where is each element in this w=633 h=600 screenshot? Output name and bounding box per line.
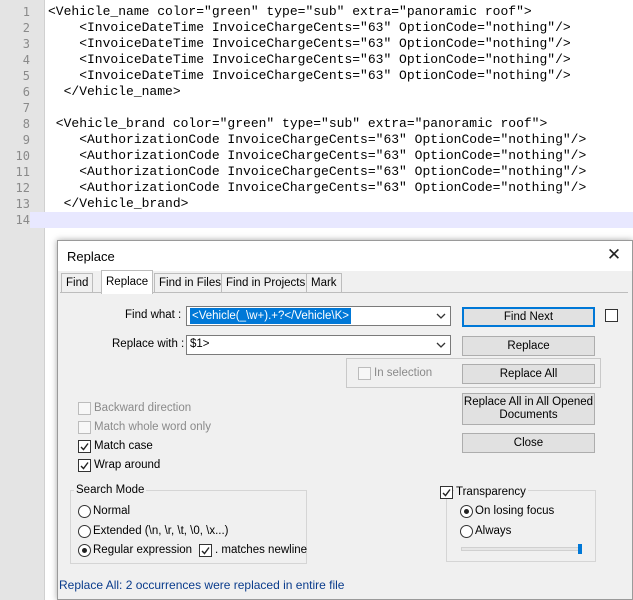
- line-text: <AuthorizationCode InvoiceChargeCents="6…: [48, 180, 587, 195]
- status-message: Replace All: 2 occurrences were replaced…: [59, 578, 345, 592]
- editor-line[interactable]: 8 <Vehicle_brand color="green" type="sub…: [0, 116, 633, 132]
- line-text: <AuthorizationCode InvoiceChargeCents="6…: [48, 132, 587, 147]
- line-text: <Vehicle_brand color="green" type="sub" …: [48, 116, 548, 131]
- line-text: <InvoiceDateTime InvoiceChargeCents="63"…: [48, 52, 571, 67]
- line-number: 6: [22, 85, 30, 99]
- match-whole-word-checkbox[interactable]: [78, 421, 91, 434]
- chevron-down-icon[interactable]: [435, 309, 447, 323]
- extra-option-checkbox[interactable]: [605, 309, 618, 322]
- line-text: <InvoiceDateTime InvoiceChargeCents="63"…: [48, 68, 571, 83]
- chevron-down-icon[interactable]: [435, 338, 447, 352]
- backward-direction-checkbox[interactable]: [78, 402, 91, 415]
- editor-line[interactable]: 4 <InvoiceDateTime InvoiceChargeCents="6…: [0, 52, 633, 68]
- line-text: <Vehicle_name color="green" type="sub" e…: [48, 4, 532, 19]
- status-bar: Replace All: 2 occurrences were replaced…: [58, 571, 632, 598]
- line-text: </Vehicle_name>: [48, 84, 181, 99]
- regex-label: Regular expression: [93, 544, 193, 556]
- backward-direction-label: Backward direction: [94, 402, 192, 414]
- wrap-around-label: Wrap around: [94, 459, 161, 471]
- line-number: 8: [22, 117, 30, 131]
- extended-label: Extended (\n, \r, \t, \0, \x...): [93, 525, 229, 537]
- editor-line[interactable]: 14: [0, 212, 633, 228]
- editor-line[interactable]: 12 <AuthorizationCode InvoiceChargeCents…: [0, 180, 633, 196]
- line-number: 2: [22, 21, 30, 35]
- replace-with-value: $1>: [190, 338, 210, 350]
- editor-line[interactable]: 3 <InvoiceDateTime InvoiceChargeCents="6…: [0, 36, 633, 52]
- replace-with-label: Replace with :: [112, 338, 185, 350]
- on-losing-focus-label: On losing focus: [475, 505, 555, 517]
- line-text: <InvoiceDateTime InvoiceChargeCents="63"…: [48, 36, 571, 51]
- find-what-value: <Vehicle(_\w+).+?</Vehicle\K>: [190, 308, 351, 324]
- editor-line[interactable]: 5 <InvoiceDateTime InvoiceChargeCents="6…: [0, 68, 633, 84]
- matches-newline-label: . matches newline: [215, 544, 308, 556]
- line-number: 10: [15, 149, 30, 163]
- normal-label: Normal: [93, 505, 131, 517]
- line-number: 11: [15, 165, 30, 179]
- replace-all-button[interactable]: Replace All: [462, 364, 595, 384]
- regex-radio[interactable]: [78, 544, 91, 557]
- matches-newline-checkbox[interactable]: [199, 544, 212, 557]
- replace-all-opened-line2: Documents: [499, 409, 558, 421]
- find-next-button[interactable]: Find Next: [462, 307, 595, 327]
- editor-line[interactable]: 13 </Vehicle_brand>: [0, 196, 633, 212]
- tab-find[interactable]: Find: [61, 273, 94, 293]
- dialog-title: Replace: [67, 249, 115, 264]
- checkmark-icon: [80, 443, 89, 451]
- match-case-checkbox[interactable]: [78, 440, 91, 453]
- always-label: Always: [475, 525, 512, 537]
- editor-line[interactable]: 6 </Vehicle_name>: [0, 84, 633, 100]
- line-text: <InvoiceDateTime InvoiceChargeCents="63"…: [48, 20, 571, 35]
- line-number: 14: [0, 212, 30, 228]
- wrap-around-checkbox[interactable]: [78, 459, 91, 472]
- line-text: </Vehicle_brand>: [48, 196, 189, 211]
- transparency-title: Transparency: [454, 486, 528, 498]
- editor-line[interactable]: 11 <AuthorizationCode InvoiceChargeCents…: [0, 164, 633, 180]
- tab-replace[interactable]: Replace: [101, 270, 154, 294]
- always-radio[interactable]: [460, 525, 473, 538]
- line-number: 13: [15, 197, 30, 211]
- replace-panel: Find what : <Vehicle(_\w+).+?</Vehicle\K…: [60, 292, 628, 571]
- line-number: 3: [22, 37, 30, 51]
- match-case-label: Match case: [94, 440, 153, 452]
- editor-line[interactable]: 2 <InvoiceDateTime InvoiceChargeCents="6…: [0, 20, 633, 36]
- line-number: 7: [22, 101, 30, 115]
- transparency-slider-thumb[interactable]: [578, 544, 582, 554]
- line-text: <AuthorizationCode InvoiceChargeCents="6…: [48, 164, 587, 179]
- extended-radio[interactable]: [78, 525, 91, 538]
- search-mode-title: Search Mode: [74, 484, 147, 496]
- in-selection-label: In selection: [374, 367, 433, 379]
- replace-with-combo[interactable]: $1>: [186, 335, 451, 355]
- line-number: 4: [22, 53, 30, 67]
- line-number: 1: [22, 5, 30, 19]
- editor-line[interactable]: 7: [0, 100, 633, 116]
- tab-find-in-projects[interactable]: Find in Projects: [221, 273, 311, 293]
- editor-line[interactable]: 9 <AuthorizationCode InvoiceChargeCents=…: [0, 132, 633, 148]
- find-what-label: Find what :: [125, 309, 182, 321]
- replace-all-opened-line1: Replace All in All Opened: [463, 396, 594, 408]
- checkmark-icon: [201, 547, 210, 555]
- replace-button[interactable]: Replace: [462, 336, 595, 356]
- close-icon[interactable]: ✕: [604, 245, 624, 265]
- tab-mark[interactable]: Mark: [306, 273, 342, 293]
- editor-line[interactable]: 1 <Vehicle_name color="green" type="sub" …: [0, 4, 633, 20]
- on-losing-focus-radio[interactable]: [460, 505, 473, 518]
- close-button[interactable]: Close: [462, 433, 595, 453]
- line-number: 12: [15, 181, 30, 195]
- dialog-titlebar: Replace ✕: [58, 241, 632, 271]
- tab-find-in-files[interactable]: Find in Files: [154, 273, 226, 293]
- line-number: 9: [22, 133, 30, 147]
- line-number: 5: [22, 69, 30, 83]
- line-text: <AuthorizationCode InvoiceChargeCents="6…: [48, 148, 587, 163]
- editor-line[interactable]: 10 <AuthorizationCode InvoiceChargeCents…: [0, 148, 633, 164]
- replace-dialog: Replace ✕ Find Replace Find in Files Fin…: [57, 240, 633, 600]
- match-whole-word-label: Match whole word only: [94, 421, 211, 433]
- checkmark-icon: [442, 489, 451, 497]
- checkmark-icon: [80, 462, 89, 470]
- normal-radio[interactable]: [78, 505, 91, 518]
- replace-all-opened-button[interactable]: Replace All in All Opened Documents: [462, 393, 595, 425]
- transparency-slider[interactable]: [461, 547, 582, 551]
- transparency-checkbox[interactable]: [440, 486, 453, 499]
- find-what-combo[interactable]: <Vehicle(_\w+).+?</Vehicle\K>: [186, 306, 451, 326]
- in-selection-checkbox[interactable]: [358, 367, 371, 380]
